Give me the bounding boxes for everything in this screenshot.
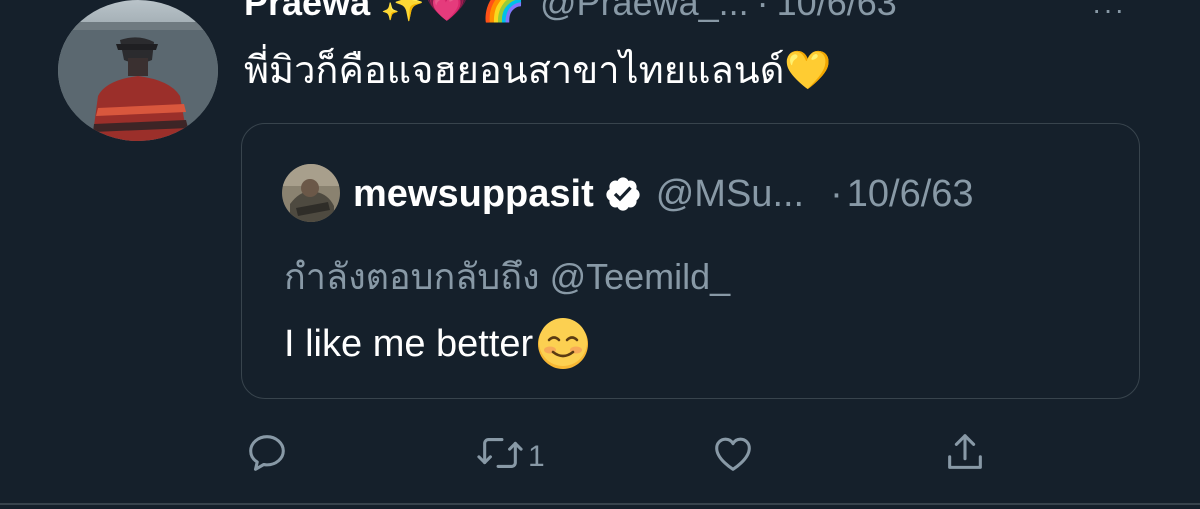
tweet-text: พี่มิวก็คือแจฮยอนสาขาไทยแลนด์💛 [244,46,832,95]
header-separator: · [756,0,769,23]
smiling-face-emoji [537,318,589,370]
tweet-header: Praewa ✨💗 🌈 @Praewa_... · 10/6/63 [244,0,897,28]
reply-icon [244,430,290,484]
like-button[interactable] [710,430,756,484]
more-options-icon[interactable]: ··· [1092,0,1126,26]
author-handle[interactable]: @Praewa_... [540,0,749,24]
verified-badge-icon [604,175,642,213]
yellow-heart-emoji: 💛 [784,48,832,92]
share-icon [942,430,988,484]
retweet-count: 1 [528,440,545,473]
quoted-author-name[interactable]: mewsuppasit [353,173,594,216]
retweet-button[interactable]: 1 [472,430,545,484]
tweet-date[interactable]: 10/6/63 [777,0,897,24]
quoted-tweet[interactable]: mewsuppasit @MSu... · 10/6/63 กำลังตอบกล… [241,123,1140,399]
retweet-icon [472,430,528,484]
quoted-tweet-text: I like me better [284,318,589,370]
tweet-divider [0,503,1200,505]
quoted-header-separator: · [830,172,843,215]
quoted-tweet-date[interactable]: 10/6/63 [847,173,974,216]
reply-button[interactable] [244,430,290,484]
author-name-emojis: ✨💗 🌈 [380,0,527,24]
like-icon [710,430,756,484]
quoted-tweet-header: mewsuppasit @MSu... · 10/6/63 [353,166,974,222]
quoted-author-avatar [282,164,340,222]
author-avatar[interactable] [58,0,218,141]
quoted-author-handle[interactable]: @MSu... [656,173,804,216]
tweet-action-bar: 1 [0,420,1200,480]
share-button[interactable] [942,430,988,484]
author-name[interactable]: Praewa [244,0,370,24]
tweet-text-content: พี่มิวก็คือแจฮยอนสาขาไทยแลนด์ [244,50,785,92]
quoted-tweet-text-content: I like me better [284,322,534,365]
replying-to-label[interactable]: กำลังตอบกลับถึง @Teemild_ [284,248,730,305]
